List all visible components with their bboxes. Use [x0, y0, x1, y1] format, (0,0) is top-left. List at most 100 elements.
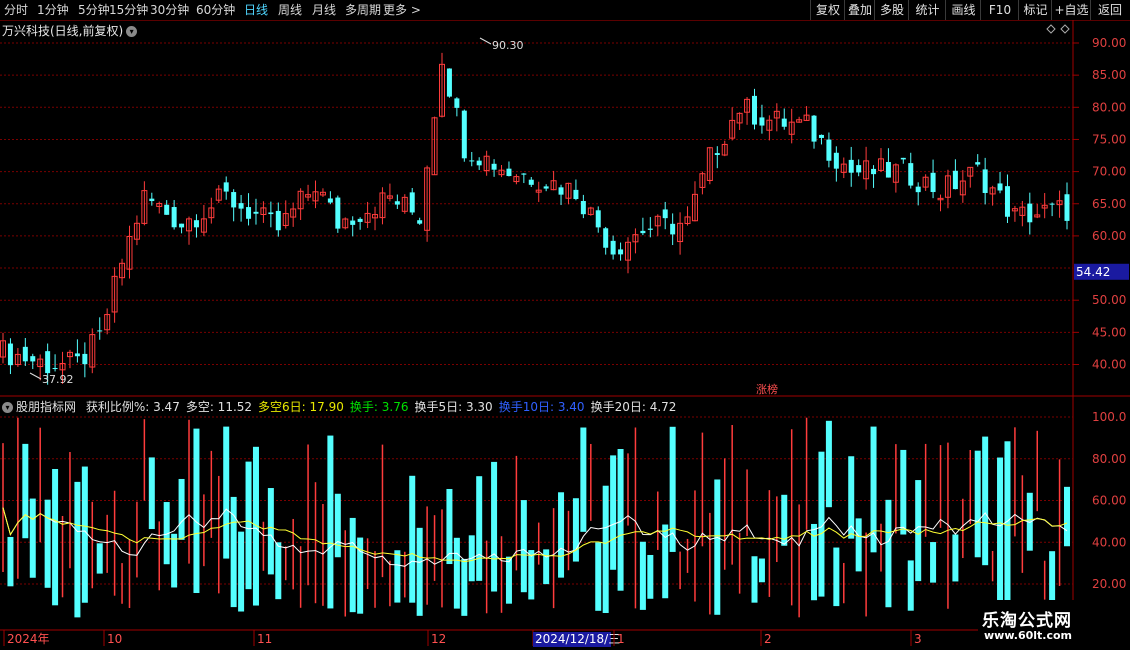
watermark-logo: 乐淘公式网 — [982, 611, 1072, 631]
indicator-bar — [223, 426, 230, 559]
indicator-bar — [148, 457, 155, 530]
price-tick-label: 90.00 — [1092, 36, 1126, 50]
indicator-bar — [543, 549, 550, 585]
indicator-item-2: 多空6日: 17.90 — [258, 400, 344, 414]
date-label: 2 — [764, 632, 772, 646]
candle-body — [193, 220, 199, 228]
indicator-bar — [409, 475, 416, 603]
candle-body — [781, 118, 787, 127]
indicator-bar — [178, 478, 185, 540]
candle-body — [662, 209, 668, 219]
indicator-bar — [855, 518, 862, 572]
indicator-bar — [394, 550, 401, 603]
candle-body — [558, 187, 564, 195]
candle-body — [714, 153, 720, 155]
candle-body — [491, 163, 497, 170]
candle-body — [975, 162, 981, 165]
candle-body — [759, 117, 765, 126]
indicator-bar — [245, 461, 252, 590]
candle-body — [1064, 194, 1070, 221]
candle-body — [826, 139, 832, 161]
candle-body — [1027, 203, 1033, 223]
candle-body — [930, 172, 936, 193]
candle-body — [997, 183, 1003, 191]
chevron-down-icon[interactable]: ▾ — [2, 402, 13, 413]
candle-body — [268, 212, 274, 215]
indicator-bar — [915, 480, 922, 582]
candle-body — [74, 353, 80, 357]
candle-body — [335, 197, 341, 229]
indicator-bar — [610, 455, 617, 570]
indicator-bar — [29, 498, 36, 578]
indicator-bar — [825, 420, 832, 508]
indicator-bar — [580, 427, 587, 532]
indicator-bar — [558, 492, 565, 578]
indicator-bar — [751, 556, 758, 603]
indicator-bar — [520, 500, 527, 593]
indicator-tick-label: 80.00 — [1092, 452, 1126, 466]
candle-body — [982, 169, 988, 193]
candle-body — [528, 179, 534, 185]
indicator-bar — [907, 560, 914, 611]
candle-body — [253, 211, 259, 214]
indicator-bar — [595, 542, 602, 611]
price-tick-label: 75.00 — [1092, 132, 1126, 146]
indicator-tick-label: 40.00 — [1092, 535, 1126, 549]
indicator-bar — [714, 479, 721, 615]
candle-body — [595, 210, 601, 228]
price-tick-label: 60.00 — [1092, 229, 1126, 243]
indicator-bar — [267, 488, 274, 575]
candle-body — [45, 351, 51, 374]
indicator-bar — [416, 527, 423, 616]
indicator-bar — [44, 499, 51, 588]
indicator-bar — [349, 517, 356, 613]
candle-body — [885, 161, 891, 178]
candle-body — [469, 160, 475, 162]
indicator-bar: ▾ 股朋指标网 获利比例%: 3.47 多空: 11.52 多空6日: 17.90 换手… — [2, 398, 676, 415]
indicator-bar — [275, 542, 282, 600]
indicator-bar — [461, 558, 468, 616]
candle-body — [610, 240, 616, 255]
indicator-tick-label: 100.0 — [1092, 410, 1126, 424]
candle-body — [811, 115, 817, 142]
candle-body — [238, 203, 244, 209]
candle-body — [30, 356, 36, 362]
diamond-icon — [1060, 24, 1070, 34]
candle-body — [640, 230, 646, 234]
date-label: 11 — [257, 632, 272, 646]
indicator-bar — [833, 547, 840, 607]
indicator-bar — [997, 457, 1004, 616]
indicator-bar — [74, 481, 81, 618]
candle-body — [647, 228, 653, 230]
candle-body — [22, 346, 28, 362]
candle-body — [327, 198, 333, 203]
candle-body — [52, 368, 58, 370]
candle-body — [350, 220, 356, 225]
candle-body — [603, 228, 609, 248]
date-label: 12 — [431, 632, 446, 646]
indicator-item-4: 换手5日: 3.30 — [414, 400, 493, 414]
candle-body — [506, 168, 512, 177]
tag-label: 涨榜 — [756, 382, 778, 396]
candle-body — [751, 95, 757, 125]
diamond-icon — [1046, 24, 1056, 34]
indicator-item-3: 换手: 3.76 — [349, 400, 409, 414]
candle-body — [900, 157, 906, 160]
candle-body — [476, 160, 482, 166]
indicator-tick-label: 60.00 — [1092, 494, 1126, 508]
indicator-bar — [952, 534, 959, 582]
candle-body — [97, 330, 103, 332]
watermark: 乐淘公式网 www.60lt.com — [978, 600, 1130, 650]
candlestick-chart[interactable]: 90.00 85.00 80.00 75.00 70.00 65.00 60.00 50.00… — [0, 0, 1130, 650]
indicator-bar — [22, 443, 29, 539]
candle-body — [454, 98, 460, 108]
candle-body — [580, 201, 586, 215]
indicator-name: 股朋指标网 — [16, 400, 77, 414]
candle-body — [394, 201, 400, 205]
indicator-bar — [491, 461, 498, 592]
price-tick-label: 45.00 — [1092, 325, 1126, 339]
candle-body — [246, 207, 252, 219]
indicator-bar — [982, 436, 989, 566]
indicator-bar — [52, 468, 59, 606]
price-tick-label: 80.00 — [1092, 100, 1126, 114]
